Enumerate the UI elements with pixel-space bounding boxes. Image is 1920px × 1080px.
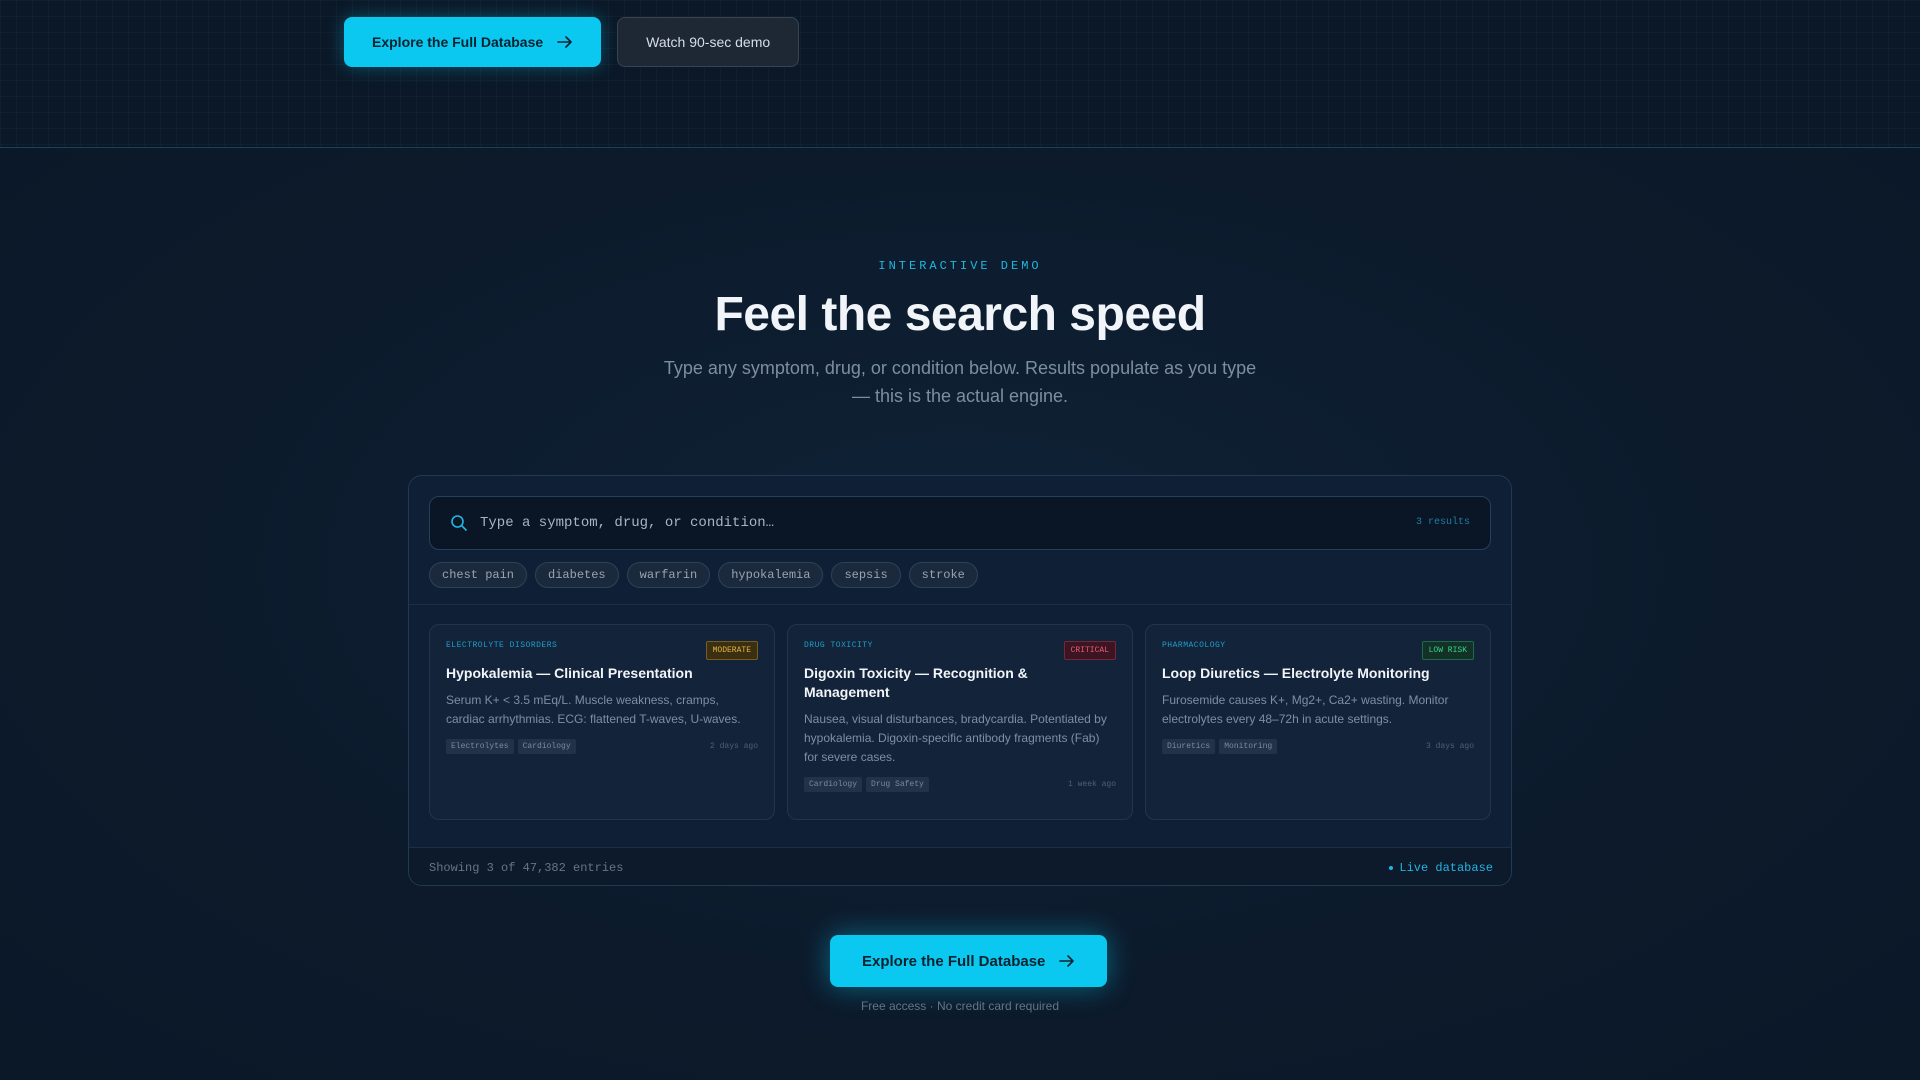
explore-database-cta-button[interactable]: Explore the Full Database	[830, 935, 1108, 987]
result-card[interactable]: PHARMACOLOGY LOW RISK Loop Diuretics — E…	[1145, 624, 1491, 820]
chip-stroke[interactable]: stroke	[908, 562, 978, 588]
chip-sepsis[interactable]: sepsis	[831, 562, 901, 588]
card-description: Furosemide causes K+, Mg2+, Ca2+ wasting…	[1162, 693, 1449, 726]
result-count: 3 results	[1415, 517, 1470, 528]
severity-badge: CRITICAL	[1063, 641, 1116, 660]
watch-demo-label: Watch 90-sec demo	[646, 34, 771, 50]
interactive-demo-section: INTERACTIVE DEMO Feel the search speed T…	[0, 149, 1920, 1080]
search-demo-panel: 3 results chest pain diabetes warfarin h…	[408, 475, 1512, 886]
panel-divider	[409, 604, 1511, 605]
card-tag: Cardiology	[517, 739, 576, 754]
card-footer: Cardiology Drug Safety 1 week ago	[804, 777, 1116, 792]
card-tags: Diuretics Monitoring	[1162, 739, 1278, 754]
live-database-indicator: Live database	[1389, 861, 1493, 875]
section-title: Feel the search speed	[714, 288, 1206, 341]
explore-database-button[interactable]: Explore the Full Database	[344, 17, 602, 67]
chip-warfarin[interactable]: warfarin	[626, 562, 711, 588]
live-dot-icon	[1389, 866, 1394, 870]
cta-label: Explore the Full Database	[862, 952, 1046, 970]
severity-badge: MODERATE	[705, 641, 758, 660]
chip-diabetes[interactable]: diabetes	[535, 562, 619, 588]
cta-wrapper: Explore the Full Database	[830, 935, 1108, 987]
live-database-label: Live database	[1399, 861, 1493, 875]
card-footer: Electrolytes Cardiology 2 days ago	[446, 739, 758, 754]
card-tags: Electrolytes Cardiology	[446, 739, 576, 754]
hero-bottom-band: Explore the Full Database Watch 90-sec d…	[0, 0, 1920, 148]
card-title: Digoxin Toxicity — Recognition & Managem…	[804, 665, 1028, 700]
result-cards: ELECTROLYTE DISORDERS MODERATE Hypokalem…	[429, 624, 1491, 820]
result-card[interactable]: DRUG TOXICITY CRITICAL Digoxin Toxicity …	[787, 624, 1133, 820]
watch-demo-button[interactable]: Watch 90-sec demo	[617, 17, 800, 67]
panel-footer: Showing 3 of 47,382 entries Live databas…	[409, 847, 1511, 885]
card-tag: Diuretics	[1162, 739, 1216, 754]
explore-database-label: Explore the Full Database	[372, 34, 544, 50]
suggestion-chips: chest pain diabetes warfarin hypokalemia…	[429, 562, 978, 588]
card-tag: Monitoring	[1219, 739, 1278, 754]
card-timestamp: 2 days ago	[709, 742, 758, 751]
chip-hypokalemia[interactable]: hypokalemia	[718, 562, 824, 588]
result-card[interactable]: ELECTROLYTE DISORDERS MODERATE Hypokalem…	[429, 624, 775, 820]
card-title: Hypokalemia — Clinical Presentation	[446, 665, 693, 681]
card-timestamp: 1 week ago	[1067, 780, 1116, 789]
arrow-right-icon	[1059, 955, 1075, 967]
card-description: Serum K+ < 3.5 mEq/L. Muscle weakness, c…	[446, 693, 741, 726]
search-box: 3 results	[429, 496, 1491, 550]
card-title: Loop Diuretics — Electrolyte Monitoring	[1162, 665, 1430, 681]
chip-chest-pain[interactable]: chest pain	[429, 562, 528, 588]
card-tags: Cardiology Drug Safety	[804, 777, 929, 792]
section-subtitle: Type any symptom, drug, or condition bel…	[663, 358, 1257, 406]
severity-badge: LOW RISK	[1421, 641, 1474, 660]
section-eyebrow: INTERACTIVE DEMO	[878, 259, 1042, 273]
card-tag: Drug Safety	[866, 777, 929, 792]
hero-actions: Explore the Full Database Watch 90-sec d…	[344, 17, 800, 67]
card-footer: Diuretics Monitoring 3 days ago	[1162, 739, 1474, 754]
entries-count: Showing 3 of 47,382 entries	[429, 861, 624, 875]
cta-note: Free access · No credit card required	[860, 999, 1060, 1013]
card-timestamp: 3 days ago	[1425, 742, 1474, 751]
search-input[interactable]	[480, 497, 1360, 549]
card-description: Nausea, visual disturbances, bradycardia…	[804, 712, 1107, 764]
arrow-right-icon	[557, 36, 572, 48]
card-tag: Electrolytes	[446, 739, 514, 754]
card-tag: Cardiology	[804, 777, 863, 792]
search-icon	[451, 515, 467, 531]
